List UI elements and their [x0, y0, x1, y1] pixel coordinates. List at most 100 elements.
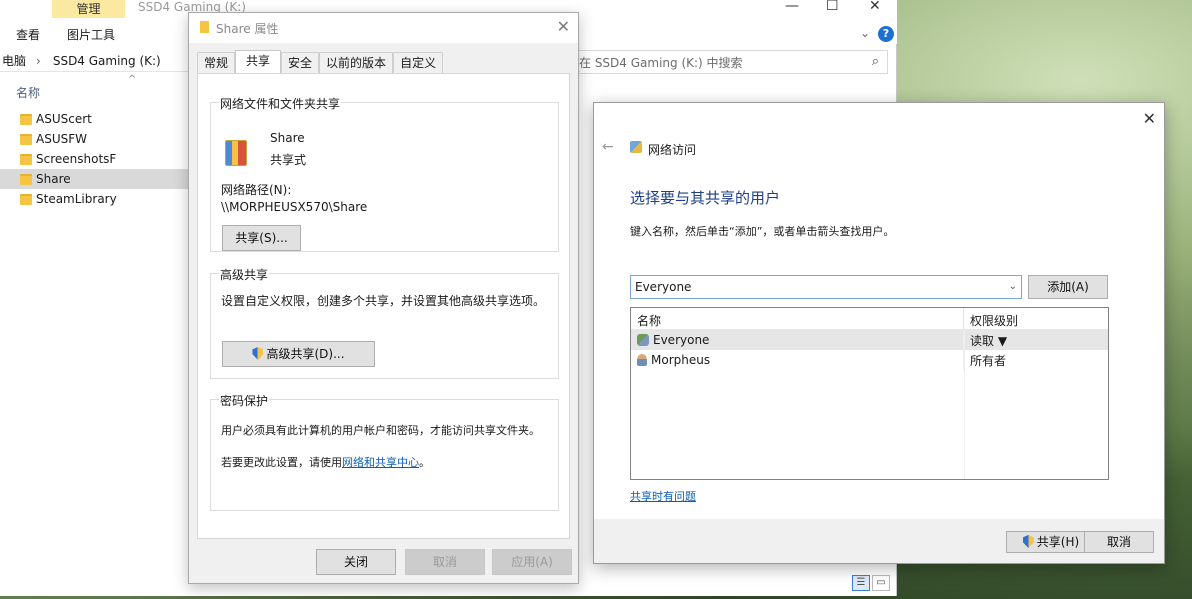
dialog-title: 网络访问: [648, 143, 697, 157]
folder-icon: [20, 113, 32, 125]
chevron-down-icon[interactable]: ⌄: [1009, 276, 1017, 298]
list-item[interactable]: Share: [0, 169, 188, 189]
password-description: 用户必须具有此计算机的用户帐户和密码，才能访问共享文件夹。: [221, 424, 540, 437]
password-change-hint: 若要更改此设置，请使用网络和共享中心。: [221, 454, 430, 470]
close-button[interactable]: 关闭: [316, 549, 396, 575]
network-path-label: 网络路径(N):: [221, 183, 292, 197]
search-icon[interactable]: ⌕: [872, 54, 879, 69]
tab-general[interactable]: 常规: [197, 52, 236, 73]
shared-folder-icon: [225, 140, 247, 166]
advanced-sharing-label: 高级共享(D)...: [266, 347, 345, 361]
user-name: Everyone: [653, 333, 710, 347]
cancel-button[interactable]: 取消: [1084, 531, 1154, 553]
network-sharing-group: 网络文件和文件夹共享 Share 共享式 网络路径(N): \\MORPHEUS…: [210, 95, 559, 252]
list-item[interactable]: SteamLibrary: [0, 189, 188, 209]
close-icon[interactable]: ✕: [557, 17, 570, 36]
user-name: Morpheus: [651, 353, 711, 367]
properties-dialog: Share 属性 ✕ 常规 共享 安全 以前的版本 自定义 网络文件和文件夹共享…: [188, 12, 579, 584]
tab-security[interactable]: 安全: [281, 52, 320, 73]
close-icon[interactable]: ✕: [1143, 109, 1156, 128]
sharing-panel: 网络文件和文件夹共享 Share 共享式 网络路径(N): \\MORPHEUS…: [197, 73, 570, 539]
column-divider: [964, 330, 965, 479]
file-list: ASUScert ASUSFW ScreenshotsF Share Steam…: [0, 109, 188, 209]
page-heading: 选择要与其共享的用户: [630, 189, 781, 207]
file-name: Share: [36, 172, 71, 186]
password-protection-group: 密码保护 用户必须具有此计算机的用户帐户和密码，才能访问共享文件夹。 若要更改此…: [210, 392, 559, 511]
network-path-value: \\MORPHEUSX570\Share: [221, 200, 368, 214]
dialog-titlebar: Share 属性 ✕: [189, 13, 578, 43]
properties-tabs: 常规 共享 安全 以前的版本 自定义: [197, 50, 444, 73]
breadcrumb-this-pc[interactable]: 电脑: [0, 52, 26, 69]
file-name: ASUScert: [36, 112, 92, 126]
tab-picture-tools[interactable]: 图片工具: [67, 26, 115, 43]
permission-value: 所有者: [970, 353, 1007, 368]
folder-icon: [20, 133, 32, 145]
tab-previous-versions[interactable]: 以前的版本: [319, 52, 394, 73]
minimize-icon[interactable]: —: [785, 0, 799, 14]
tab-manage[interactable]: 管理: [52, 0, 125, 18]
user-cell: Everyone: [631, 330, 964, 350]
view-switcher: ☰ ▭: [852, 575, 890, 591]
advanced-sharing-button[interactable]: 高级共享(D)...: [222, 341, 375, 367]
group-title: 网络文件和文件夹共享: [219, 95, 342, 112]
folder-icon: [20, 173, 32, 185]
tab-customize[interactable]: 自定义: [393, 52, 444, 73]
folder-icon: [20, 153, 32, 165]
network-access-icon: [630, 141, 642, 153]
share-state: 共享式: [270, 153, 307, 167]
share-button-label: 共享(H): [1036, 535, 1080, 549]
search-input[interactable]: 在 SSD4 Gaming (K:) 中搜索 ⌕: [570, 50, 888, 74]
large-icons-view-icon[interactable]: ▭: [872, 575, 890, 591]
user-cell: Morpheus: [631, 350, 964, 370]
share-name: Share: [270, 131, 305, 145]
breadcrumb-drive[interactable]: SSD4 Gaming (K:): [51, 54, 161, 68]
group-title: 密码保护: [219, 392, 270, 409]
tab-sharing[interactable]: 共享: [235, 50, 282, 73]
details-view-icon[interactable]: ☰: [852, 575, 870, 591]
close-icon[interactable]: ✕: [869, 0, 881, 14]
combobox-value: Everyone: [635, 280, 692, 294]
advanced-description: 设置自定义权限，创建多个共享，并设置其他高级共享选项。: [221, 294, 546, 308]
sharing-trouble-link[interactable]: 共享时有问题: [630, 488, 696, 504]
column-header-name[interactable]: 名称: [16, 84, 40, 101]
network-access-dialog: ✕ ← 网络访问 选择要与其共享的用户 键入名称，然后单击“添加”，或者单击箭头…: [593, 102, 1165, 564]
list-item[interactable]: ASUScert: [0, 109, 188, 129]
sort-ascending-icon: ^: [128, 74, 137, 85]
share-button[interactable]: 共享(H): [1006, 531, 1096, 553]
user-icon: [637, 354, 647, 366]
user-group-icon: [637, 334, 649, 346]
table-row[interactable]: Morpheus 所有者: [631, 350, 1108, 370]
list-header: 名称 权限级别: [631, 308, 1108, 330]
hint-prefix: 若要更改此设置，请使用: [221, 456, 342, 469]
file-name: ScreenshotsF: [36, 152, 117, 166]
list-item[interactable]: ASUSFW: [0, 129, 188, 149]
advanced-sharing-group: 高级共享 设置自定义权限，创建多个共享，并设置其他高级共享选项。 高级共享(D)…: [210, 266, 559, 379]
maximize-icon[interactable]: ☐: [826, 0, 839, 14]
tab-view[interactable]: 查看: [16, 26, 40, 43]
column-header-name[interactable]: 名称: [631, 308, 964, 329]
uac-shield-icon: [252, 347, 264, 360]
column-header-permission[interactable]: 权限级别: [964, 308, 1024, 329]
help-icon[interactable]: ?: [878, 26, 894, 42]
folder-icon: [20, 193, 32, 205]
file-name: SteamLibrary: [36, 192, 117, 206]
list-item[interactable]: ScreenshotsF: [0, 149, 188, 169]
network-sharing-center-link[interactable]: 网络和共享中心: [342, 456, 419, 469]
uac-shield-icon: [1022, 535, 1034, 548]
apply-button[interactable]: 应用(A): [492, 549, 572, 575]
folder-icon: [200, 21, 209, 33]
ribbon-expand-chevron-icon[interactable]: ⌄: [860, 26, 870, 40]
add-button[interactable]: 添加(A): [1028, 275, 1108, 299]
table-row[interactable]: Everyone 读取 ▼: [631, 330, 1108, 350]
permission-dropdown[interactable]: 读取 ▼: [964, 330, 1007, 350]
back-arrow-icon[interactable]: ←: [602, 139, 614, 155]
user-name-combobox[interactable]: Everyone ⌄: [630, 275, 1022, 299]
breadcrumb-separator-icon: ›: [36, 53, 41, 68]
group-title: 高级共享: [219, 266, 270, 283]
instruction-text: 键入名称，然后单击“添加”，或者单击箭头查找用户。: [630, 225, 895, 238]
file-name: ASUSFW: [36, 132, 87, 146]
cancel-button[interactable]: 取消: [405, 549, 485, 575]
search-placeholder: 在 SSD4 Gaming (K:) 中搜索: [579, 55, 743, 70]
share-button[interactable]: 共享(S)...: [222, 225, 301, 251]
hint-suffix: 。: [419, 456, 430, 469]
